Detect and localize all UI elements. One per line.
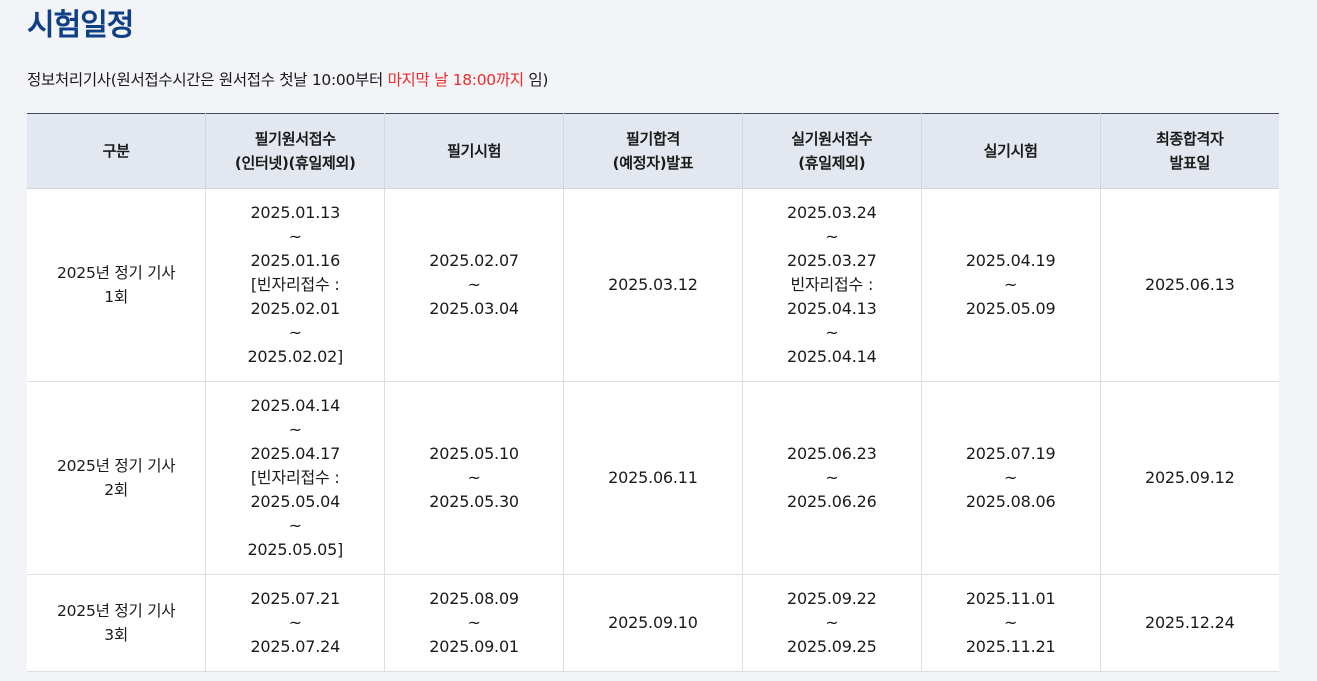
cell-written-result: 2025.09.10 — [563, 574, 743, 672]
header-written-result: 필기합격 (예정자)발표 — [563, 113, 743, 189]
cell-written-exam: 2025.02.07 ~ 2025.03.04 — [384, 188, 565, 382]
cell-final-result: 2025.12.24 — [1100, 574, 1279, 672]
cell-session: 2025년 정기 기사 2회 — [27, 381, 207, 575]
subtitle-text: 정보처리기사(원서접수시간은 원서접수 첫날 10:00부터 — [27, 71, 388, 89]
cell-written-result: 2025.03.12 — [563, 188, 743, 382]
cell-written-exam: 2025.05.10 ~ 2025.05.30 — [384, 381, 565, 575]
header-category: 구분 — [27, 113, 207, 189]
table-row: 2025년 정기 기사 2회 2025.04.14 ~ 2025.04.17 [… — [27, 381, 1279, 575]
cell-written-application: 2025.04.14 ~ 2025.04.17 [빈자리접수 : 2025.05… — [205, 381, 386, 575]
cell-final-result: 2025.09.12 — [1100, 381, 1279, 575]
header-practical-exam: 실기시험 — [921, 113, 1101, 189]
table-row: 2025년 정기 기사 3회 2025.07.21 ~ 2025.07.24 2… — [27, 574, 1279, 672]
table-row: 2025년 정기 기사 1회 2025.01.13 ~ 2025.01.16 [… — [27, 188, 1279, 382]
header-practical-application: 실기원서접수 (휴일제외) — [742, 113, 922, 189]
header-final-result: 최종합격자 발표일 — [1100, 113, 1279, 189]
exam-schedule-table: 구분 필기원서접수 (인터넷)(휴일제외) 필기시험 필기합격 (예정자)발표 … — [27, 113, 1279, 672]
exam-subtitle: 정보처리기사(원서접수시간은 원서접수 첫날 10:00부터 마지막 날 18:… — [27, 66, 548, 94]
cell-written-application: 2025.01.13 ~ 2025.01.16 [빈자리접수 : 2025.02… — [205, 188, 386, 382]
cell-final-result: 2025.06.13 — [1100, 188, 1279, 382]
header-written-application: 필기원서접수 (인터넷)(휴일제외) — [205, 113, 386, 189]
cell-practical-application: 2025.03.24 ~ 2025.03.27 빈자리접수 : 2025.04.… — [742, 188, 922, 382]
page-title: 시험일정 — [27, 8, 134, 43]
cell-practical-exam: 2025.07.19 ~ 2025.08.06 — [921, 381, 1101, 575]
subtitle-suffix: 임) — [523, 71, 549, 89]
table-header-row: 구분 필기원서접수 (인터넷)(휴일제외) 필기시험 필기합격 (예정자)발표 … — [27, 113, 1279, 189]
cell-session: 2025년 정기 기사 1회 — [27, 188, 207, 382]
header-written-exam: 필기시험 — [384, 113, 565, 189]
cell-written-exam: 2025.08.09 ~ 2025.09.01 — [384, 574, 565, 672]
cell-practical-application: 2025.06.23 ~ 2025.06.26 — [742, 381, 922, 575]
cell-practical-exam: 2025.04.19 ~ 2025.05.09 — [921, 188, 1101, 382]
cell-written-application: 2025.07.21 ~ 2025.07.24 — [205, 574, 386, 672]
cell-session: 2025년 정기 기사 3회 — [27, 574, 207, 672]
cell-practical-exam: 2025.11.01 ~ 2025.11.21 — [921, 574, 1101, 672]
cell-written-result: 2025.06.11 — [563, 381, 743, 575]
subtitle-highlight: 마지막 날 18:00까지 — [387, 71, 524, 89]
cell-practical-application: 2025.09.22 ~ 2025.09.25 — [742, 574, 922, 672]
